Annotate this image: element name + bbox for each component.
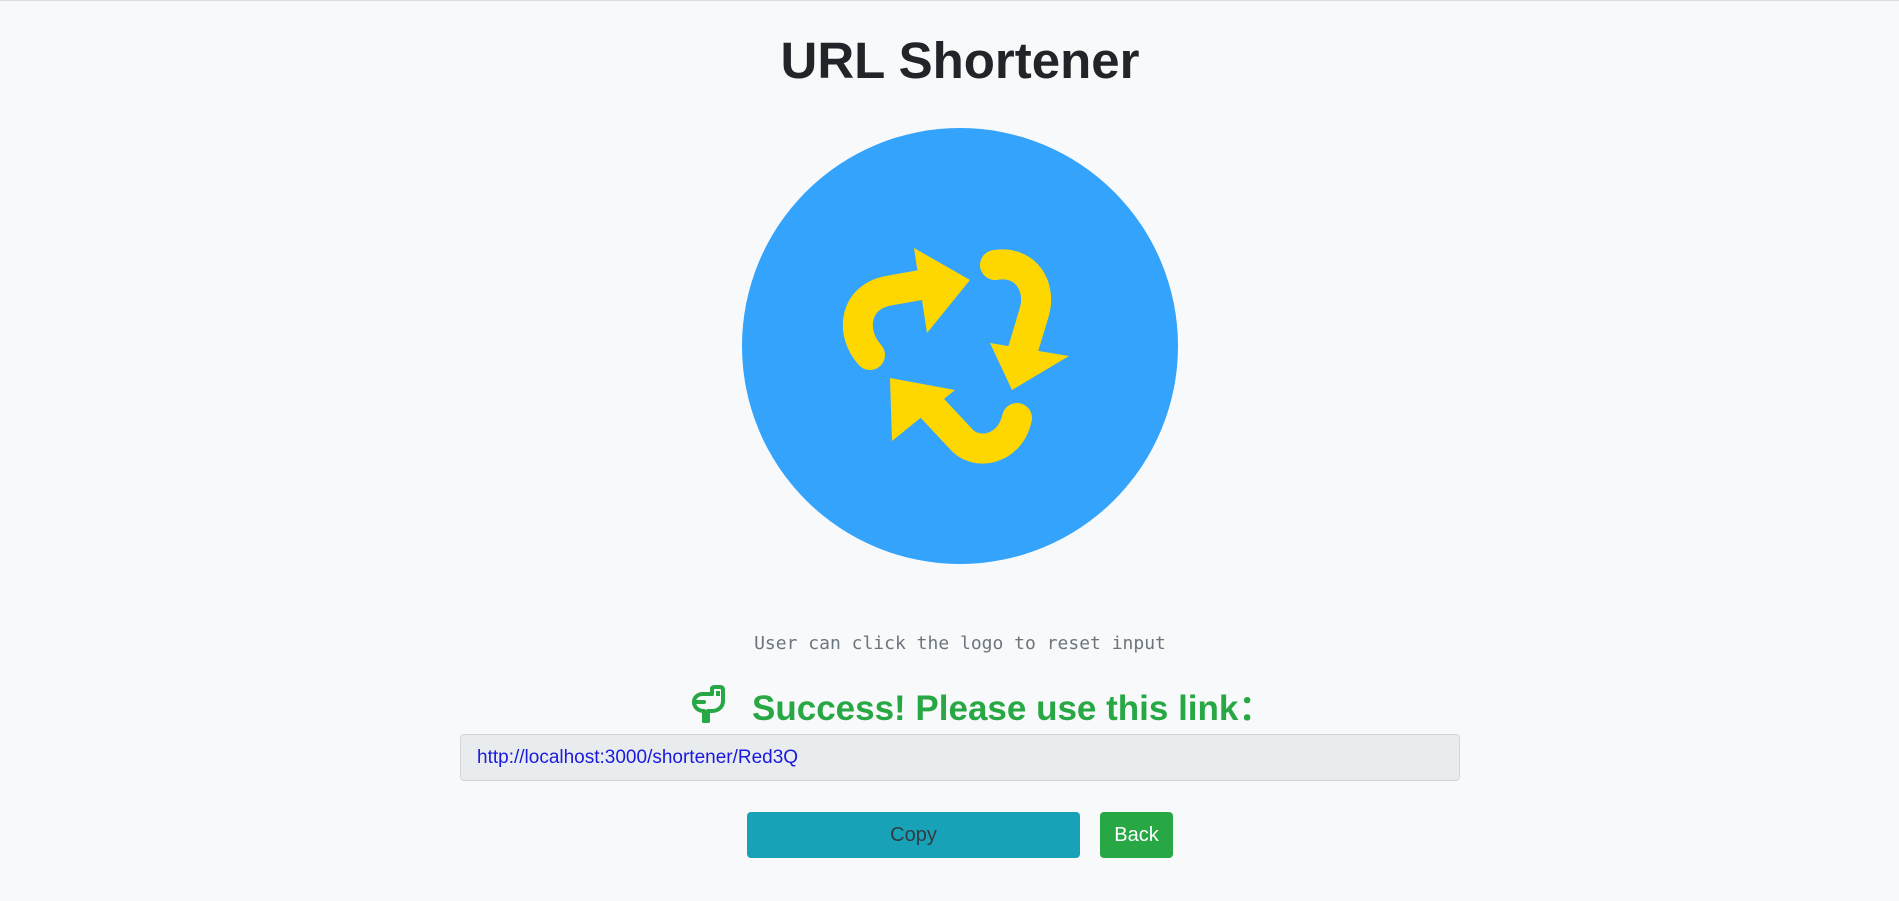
back-button[interactable]: Back: [1100, 812, 1173, 858]
pointing-hand-icon: [692, 685, 725, 723]
success-text: Success! Please use this link：: [752, 688, 1274, 728]
recycle-arrows-icon: [742, 128, 1178, 564]
copy-button[interactable]: Copy: [747, 812, 1080, 858]
short-url-link[interactable]: http://localhost:3000/shortener/Red3Q: [477, 747, 798, 769]
reset-hint: User can click the logo to reset input: [754, 633, 1166, 654]
success-message: Success! Please use this link：: [690, 681, 1273, 729]
page-title: URL Shortener: [780, 32, 1140, 89]
reset-logo-button[interactable]: [742, 128, 1178, 564]
short-url-field[interactable]: http://localhost:3000/shortener/Red3Q: [460, 734, 1460, 781]
page: URL Shortener User can click the logo to…: [0, 0, 1899, 901]
